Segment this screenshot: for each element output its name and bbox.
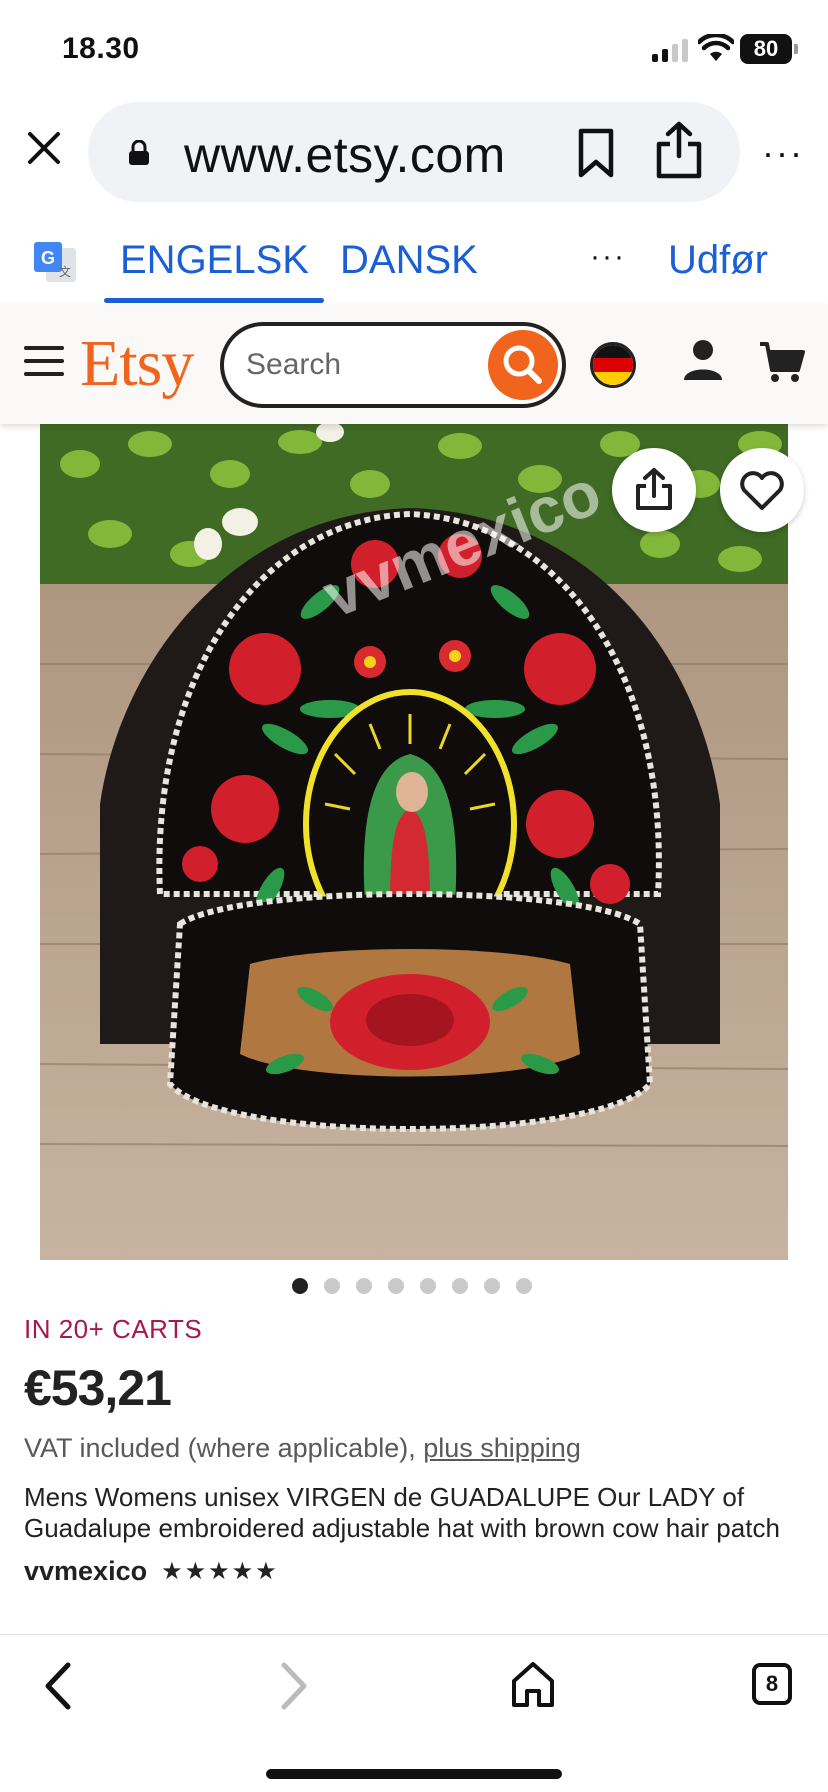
pagination-dot[interactable] <box>452 1278 468 1294</box>
google-translate-icon[interactable]: G 文 <box>32 240 78 286</box>
back-icon[interactable] <box>38 1659 78 1713</box>
embroidered-hat-image: vvmexico <box>40 424 788 1260</box>
lock-icon <box>129 140 149 165</box>
tab-source-language[interactable]: ENGELSK <box>120 238 309 283</box>
user-account-icon[interactable] <box>682 338 724 382</box>
shop-name-link[interactable]: vvmexico <box>24 1556 147 1587</box>
vat-text: VAT included (where applicable), <box>24 1433 424 1463</box>
cellular-signal-icon <box>652 38 688 62</box>
tab-target-language[interactable]: DANSK <box>340 238 478 283</box>
translate-done-button[interactable]: Udfør <box>668 238 768 283</box>
address-bar[interactable]: www.etsy.com <box>88 102 740 202</box>
cart-icon[interactable] <box>758 340 806 384</box>
shop-row: vvmexico ★★★★★ <box>24 1556 804 1587</box>
share-icon[interactable] <box>654 120 704 180</box>
close-icon[interactable] <box>26 130 62 166</box>
search-icon <box>503 345 542 384</box>
more-options-icon[interactable]: ··· <box>762 132 804 174</box>
rating-stars[interactable]: ★★★★★ <box>161 1557 279 1586</box>
translate-bar: G 文 ENGELSK DANSK ··· Udfør <box>0 210 828 304</box>
bookmark-icon[interactable] <box>576 128 616 178</box>
home-indicator <box>266 1769 562 1779</box>
translate-more-icon[interactable]: ··· <box>590 240 626 274</box>
svg-text:文: 文 <box>59 264 71 279</box>
pagination-dot[interactable] <box>516 1278 532 1294</box>
product-price: €53,21 <box>24 1360 172 1416</box>
etsy-logo[interactable]: Etsy <box>80 326 194 402</box>
svg-text:G: G <box>41 248 55 268</box>
pagination-dot[interactable] <box>324 1278 340 1294</box>
forward-icon[interactable] <box>274 1659 314 1713</box>
etsy-header: Etsy <box>0 304 828 424</box>
share-icon <box>636 468 672 510</box>
german-flag-icon[interactable] <box>590 342 636 388</box>
pagination-dot[interactable] <box>292 1278 308 1294</box>
product-image[interactable]: vvmexico <box>40 424 788 1260</box>
pagination-dot[interactable] <box>420 1278 436 1294</box>
pagination-dot[interactable] <box>484 1278 500 1294</box>
hamburger-menu-icon[interactable] <box>24 346 64 378</box>
carts-badge: IN 20+ CARTS <box>24 1314 203 1344</box>
search-box <box>220 322 566 408</box>
status-bar: 18.30 80 <box>0 0 828 96</box>
wifi-icon <box>698 34 734 61</box>
search-input[interactable] <box>246 342 466 388</box>
url-text: www.etsy.com <box>184 127 506 183</box>
search-button[interactable] <box>488 330 558 400</box>
active-tab-indicator <box>104 298 324 303</box>
status-time: 18.30 <box>62 32 140 65</box>
tabs-count-button[interactable]: 8 <box>752 1663 792 1705</box>
browser-url-row: www.etsy.com ··· <box>0 96 828 210</box>
favorite-button[interactable] <box>720 448 804 532</box>
battery-indicator: 80 <box>740 34 798 64</box>
home-icon[interactable] <box>510 1659 556 1709</box>
product-title: Mens Womens unisex VIRGEN de GUADALUPE O… <box>24 1482 780 1543</box>
browser-bottom-bar: 8 <box>0 1634 828 1792</box>
shipping-link[interactable]: plus shipping <box>423 1433 581 1463</box>
vat-note: VAT included (where applicable), plus sh… <box>24 1433 804 1464</box>
pagination-dot[interactable] <box>388 1278 404 1294</box>
product-info: IN 20+ CARTS €53,21 VAT included (where … <box>24 1314 804 1587</box>
image-pagination <box>292 1278 532 1294</box>
pagination-dot[interactable] <box>356 1278 372 1294</box>
heart-icon <box>740 471 784 510</box>
image-share-button[interactable] <box>612 448 696 532</box>
